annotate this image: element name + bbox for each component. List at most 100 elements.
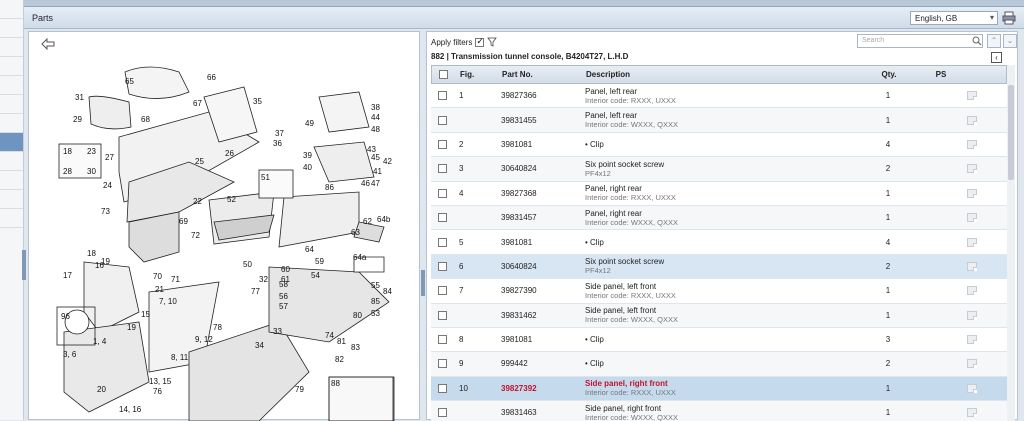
row-checkbox-cell[interactable] (438, 108, 450, 131)
table-row[interactable]: 2 3981081 • Clip 4 (431, 132, 1007, 158)
note-cell[interactable] (965, 157, 979, 180)
row-checkbox[interactable] (438, 213, 447, 223)
row-checkbox-cell[interactable] (438, 328, 450, 351)
part-no-cell[interactable]: 999442 (501, 352, 581, 375)
row-checkbox[interactable] (438, 310, 447, 320)
row-checkbox[interactable] (438, 164, 447, 174)
table-row[interactable]: 8 3981081 • Clip 3 (431, 327, 1007, 353)
row-checkbox[interactable] (438, 139, 447, 149)
table-row[interactable]: 39831462 Side panel, left front Interior c… (431, 303, 1007, 328)
header-fig[interactable]: Fig. (460, 66, 490, 83)
nav-row[interactable] (0, 190, 23, 209)
apply-filters-checkbox[interactable] (475, 36, 485, 47)
part-no-cell[interactable]: 3981081 (501, 328, 581, 351)
part-no-cell[interactable]: 3981081 (501, 230, 581, 253)
table-scrollbar[interactable] (1007, 65, 1015, 421)
note-icon[interactable] (967, 188, 977, 198)
note-icon[interactable] (967, 286, 977, 296)
part-no-cell[interactable]: 39831457 (501, 206, 581, 229)
row-checkbox[interactable] (438, 91, 447, 101)
table-row[interactable]: 39831455 Panel, left rear Interior code: W… (431, 108, 1007, 133)
note-icon[interactable] (967, 91, 977, 101)
apply-filters[interactable]: Apply filters (431, 36, 498, 47)
select-all-checkbox[interactable] (439, 70, 448, 79)
table-row[interactable]: 4 39827368 Panel, right rear Interior code:… (431, 181, 1007, 206)
part-no-cell[interactable]: 39827392 (501, 377, 581, 400)
row-checkbox-cell[interactable] (438, 304, 450, 327)
row-checkbox-cell[interactable] (438, 133, 450, 156)
note-cell[interactable] (965, 255, 979, 278)
note-cell[interactable] (965, 206, 979, 229)
note-icon[interactable] (967, 261, 977, 271)
table-row[interactable]: 1 39827366 Panel, left rear Interior code: … (431, 84, 1007, 109)
row-checkbox-cell[interactable] (438, 401, 450, 421)
row-checkbox-cell[interactable] (438, 377, 450, 400)
exploded-parts-diagram[interactable]: 65 66 31 67 35 29 68 37 36 25 26 27 18 2… (29, 32, 421, 421)
header-description[interactable]: Description (586, 66, 846, 83)
nav-row[interactable] (0, 95, 23, 114)
note-icon[interactable] (967, 213, 977, 223)
part-no-cell[interactable]: 39831463 (501, 401, 581, 421)
filter-icon[interactable] (487, 37, 498, 47)
table-row[interactable]: 5 3981081 • Clip 4 (431, 230, 1007, 255)
table-row[interactable]: 7 39827390 Side panel, left front Interior … (431, 279, 1007, 304)
back-arrow-icon[interactable] (41, 38, 55, 50)
note-cell[interactable] (965, 182, 979, 205)
nav-row[interactable] (0, 57, 23, 76)
part-no-cell[interactable]: 30640824 (501, 255, 581, 278)
nav-row[interactable] (0, 209, 23, 228)
note-cell[interactable] (965, 279, 979, 302)
row-checkbox[interactable] (438, 237, 447, 247)
note-icon[interactable] (967, 408, 977, 418)
note-cell[interactable] (965, 133, 979, 156)
note-icon[interactable] (967, 237, 977, 247)
printer-icon[interactable] (1002, 11, 1016, 25)
row-checkbox[interactable] (438, 359, 447, 369)
nav-row[interactable] (0, 38, 23, 57)
chevron-up-icon[interactable]: ⌃ (987, 34, 1001, 48)
note-cell[interactable] (965, 108, 979, 131)
part-no-cell[interactable]: 39827390 (501, 279, 581, 302)
nav-row[interactable] (0, 19, 23, 38)
table-row[interactable]: 9 999442 • Clip 2 (431, 352, 1007, 377)
nav-row[interactable] (0, 114, 23, 133)
row-checkbox-cell[interactable] (438, 182, 450, 205)
note-cell[interactable] (965, 352, 979, 375)
language-select[interactable]: English, GB ▾ (910, 11, 998, 25)
table-row[interactable]: 39831457 Panel, right rear Interior code: … (431, 205, 1007, 231)
part-no-cell[interactable]: 39831455 (501, 108, 581, 131)
row-checkbox-cell[interactable] (438, 84, 450, 107)
note-icon[interactable] (967, 115, 977, 125)
table-row[interactable]: 6 30640824 Six point socket screw PF4x12 2 (431, 254, 1007, 280)
table-row[interactable]: 3 30640824 Six point socket screw PF4x12 2 (431, 157, 1007, 182)
part-no-cell[interactable]: 39827368 (501, 182, 581, 205)
note-icon[interactable] (967, 383, 977, 393)
collapse-handle[interactable] (22, 250, 26, 280)
note-cell[interactable] (965, 377, 979, 400)
header-ps[interactable]: PS (926, 66, 956, 83)
note-icon[interactable] (967, 335, 977, 345)
row-checkbox-cell[interactable] (438, 230, 450, 253)
row-checkbox-cell[interactable] (438, 206, 450, 229)
note-icon[interactable] (967, 164, 977, 174)
row-checkbox[interactable] (438, 383, 447, 393)
row-checkbox-cell[interactable] (438, 279, 450, 302)
nav-row[interactable] (0, 76, 23, 95)
note-cell[interactable] (965, 401, 979, 421)
row-checkbox[interactable] (438, 286, 447, 296)
row-checkbox-cell[interactable] (438, 255, 450, 278)
note-icon[interactable] (967, 359, 977, 369)
table-row[interactable]: 39831463 Side panel, right front Interior … (431, 401, 1007, 421)
header-part-no[interactable]: Part No. (502, 66, 582, 83)
row-checkbox[interactable] (438, 261, 447, 271)
part-no-cell[interactable]: 3981081 (501, 133, 581, 156)
row-checkbox-cell[interactable] (438, 157, 450, 180)
note-icon[interactable] (967, 139, 977, 149)
row-checkbox[interactable] (438, 188, 447, 198)
chevron-down-icon[interactable]: ⌄ (1003, 34, 1017, 48)
pane-splitter-handle[interactable] (421, 270, 425, 296)
row-checkbox[interactable] (438, 115, 447, 125)
note-cell[interactable] (965, 230, 979, 253)
row-checkbox[interactable] (438, 408, 447, 418)
collapse-left-icon[interactable]: ‹ (991, 52, 1002, 63)
